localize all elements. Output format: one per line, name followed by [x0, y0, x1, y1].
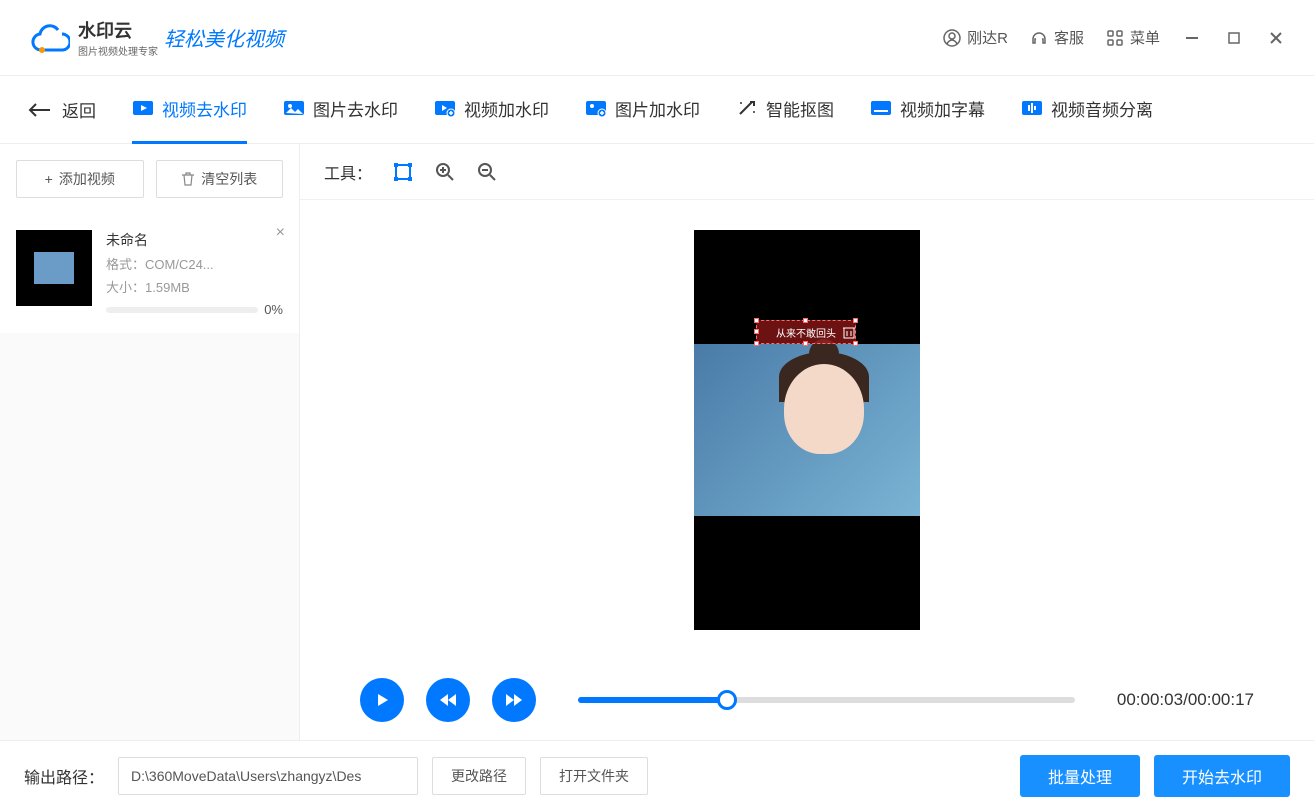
- back-button[interactable]: 返回: [28, 97, 96, 122]
- play-button[interactable]: [360, 678, 404, 722]
- zoom-out-icon: [477, 162, 497, 182]
- clear-list-button[interactable]: 清空列表: [156, 160, 284, 198]
- watermark-selection[interactable]: 从来不敢回头: [756, 320, 856, 344]
- file-item[interactable]: 未命名 格式：COM/C24... 大小：1.59MB 0% ×: [0, 214, 299, 333]
- video-canvas[interactable]: 从来不敢回头: [300, 200, 1314, 660]
- close-button[interactable]: [1266, 28, 1286, 48]
- trash-icon: [181, 172, 195, 186]
- tab-audio-separate[interactable]: 视频音频分离: [1021, 76, 1153, 144]
- time-display: 00:00:03/00:00:17: [1117, 690, 1254, 710]
- tab-image-add-watermark[interactable]: 图片加水印: [585, 76, 700, 144]
- cloud-logo-icon: [28, 20, 70, 56]
- logo: 水印云 图片视频处理专家: [28, 17, 158, 58]
- user-icon: [943, 29, 961, 47]
- video-plus-icon: [434, 98, 456, 118]
- grid-icon: [1106, 29, 1124, 47]
- user-button[interactable]: 刚达R: [943, 27, 1008, 48]
- app-subtitle: 图片视频处理专家: [78, 43, 158, 58]
- minimize-button[interactable]: [1182, 28, 1202, 48]
- forward-button[interactable]: [492, 678, 536, 722]
- add-video-button[interactable]: + 添加视频: [16, 160, 144, 198]
- seek-slider[interactable]: [578, 697, 1075, 703]
- select-tool-button[interactable]: [392, 161, 414, 183]
- start-button[interactable]: 开始去水印: [1154, 755, 1290, 797]
- titlebar: 水印云 图片视频处理专家 轻松美化视频 刚达R 客服 菜单: [0, 0, 1314, 76]
- tools-label: 工具：: [324, 160, 372, 184]
- video-frame: 从来不敢回头: [694, 230, 920, 630]
- minimize-icon: [1184, 30, 1200, 46]
- slogan: 轻松美化视频: [164, 23, 284, 52]
- seek-thumb[interactable]: [717, 690, 737, 710]
- rewind-button[interactable]: [426, 678, 470, 722]
- plus-icon: +: [45, 171, 53, 187]
- zoom-in-button[interactable]: [434, 161, 456, 183]
- footer: 输出路径： 更改路径 打开文件夹 批量处理 开始去水印: [0, 740, 1314, 810]
- arrow-left-icon: [28, 102, 52, 118]
- subtitle-icon: [870, 98, 892, 118]
- change-path-button[interactable]: 更改路径: [432, 757, 526, 795]
- tab-bar: 返回 视频去水印 图片去水印 视频加水印 图片加水印 智能抠图 视频加字幕 视频…: [0, 76, 1314, 144]
- editor-toolbar: 工具：: [300, 144, 1314, 200]
- file-size: 大小：1.59MB: [106, 277, 283, 296]
- output-label: 输出路径：: [24, 764, 104, 788]
- selection-text: 从来不敢回头: [776, 325, 836, 340]
- file-format: 格式：COM/C24...: [106, 254, 283, 273]
- file-thumbnail: [16, 230, 92, 306]
- app-name: 水印云: [78, 17, 158, 43]
- batch-process-button[interactable]: 批量处理: [1020, 755, 1140, 797]
- tab-image-remove-watermark[interactable]: 图片去水印: [283, 76, 398, 144]
- open-folder-button[interactable]: 打开文件夹: [540, 757, 648, 795]
- zoom-in-icon: [435, 162, 455, 182]
- select-icon: [393, 162, 413, 182]
- close-icon: [1268, 30, 1284, 46]
- wand-icon: [736, 98, 758, 118]
- file-progress-bar: [106, 307, 258, 313]
- delete-selection-icon[interactable]: [841, 324, 857, 340]
- playback-controls: 00:00:03/00:00:17: [300, 660, 1314, 740]
- file-progress-pct: 0%: [264, 302, 283, 317]
- support-button[interactable]: 客服: [1030, 27, 1084, 48]
- rewind-icon: [438, 691, 458, 709]
- tab-smart-cutout[interactable]: 智能抠图: [736, 76, 834, 144]
- audio-icon: [1021, 98, 1043, 118]
- image-plus-icon: [585, 98, 607, 118]
- headset-icon: [1030, 29, 1048, 47]
- video-icon: [132, 98, 154, 118]
- file-name: 未命名: [106, 230, 283, 250]
- image-icon: [283, 98, 305, 118]
- zoom-out-button[interactable]: [476, 161, 498, 183]
- tab-video-add-watermark[interactable]: 视频加水印: [434, 76, 549, 144]
- file-remove-button[interactable]: ×: [276, 224, 285, 242]
- menu-button[interactable]: 菜单: [1106, 27, 1160, 48]
- maximize-icon: [1226, 30, 1242, 46]
- forward-icon: [504, 691, 524, 709]
- sidebar: + 添加视频 清空列表 未命名 格式：COM/C24... 大小：1.59MB …: [0, 144, 300, 740]
- tab-video-subtitle[interactable]: 视频加字幕: [870, 76, 985, 144]
- maximize-button[interactable]: [1224, 28, 1244, 48]
- output-path-input[interactable]: [118, 757, 418, 795]
- tab-video-remove-watermark[interactable]: 视频去水印: [132, 76, 247, 144]
- play-icon: [373, 691, 391, 709]
